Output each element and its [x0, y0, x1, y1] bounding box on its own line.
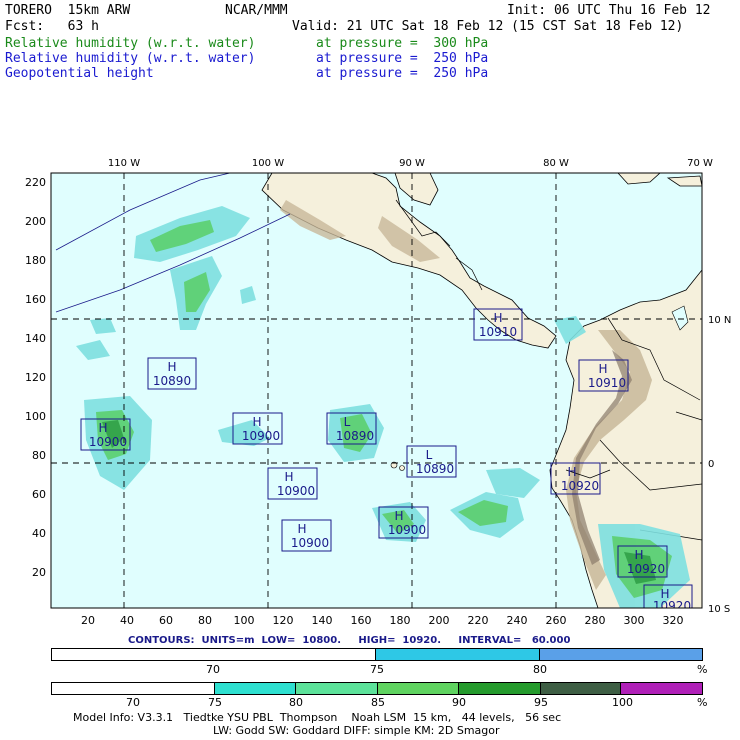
svg-text:20: 20 — [32, 566, 46, 579]
colorbar1-label-80: 80 — [533, 663, 547, 676]
forecast-hour: Fcst: 63 h — [5, 19, 99, 34]
y-tick-labels: 220 200 180 160 140 120 100 80 60 40 20 — [25, 176, 46, 579]
center-value-2: 10910 — [588, 376, 626, 390]
colorbar2-label-100: 100 — [612, 696, 633, 709]
svg-text:100: 100 — [25, 410, 46, 423]
svg-text:140: 140 — [312, 614, 333, 625]
svg-text:100 W: 100 W — [252, 158, 284, 169]
svg-text:200: 200 — [25, 215, 46, 228]
svg-text:20: 20 — [81, 614, 95, 625]
center-type-3: H — [252, 415, 261, 429]
weather-map: H 10910 H 10890 H 10910 H 10900 H 10900 … — [25, 158, 731, 625]
center-value-8: 10920 — [561, 479, 599, 493]
colorbar2-label-90: 90 — [452, 696, 466, 709]
colorbar1-label-70: 70 — [206, 663, 220, 676]
center-type-11: H — [634, 548, 643, 562]
svg-text:220: 220 — [25, 176, 46, 189]
model-physics: LW: Godd SW: Goddard DIFF: simple KM: 2D… — [213, 724, 500, 737]
center-value-0: 10910 — [479, 325, 517, 339]
colorbar2-label-75: 75 — [208, 696, 222, 709]
svg-text:110 W: 110 W — [108, 158, 140, 169]
svg-text:320: 320 — [663, 614, 684, 625]
center-type-7: H — [284, 470, 293, 484]
svg-text:90 W: 90 W — [399, 158, 425, 169]
center-type-4: H — [98, 421, 107, 435]
colorbar2-label-percent: % — [697, 696, 708, 709]
svg-text:60: 60 — [32, 488, 46, 501]
init-time: Init: 06 UTC Thu 16 Feb 12 — [507, 3, 711, 18]
field-1-level: at pressure = 300 hPa — [316, 36, 489, 51]
center-value-11: 10920 — [627, 562, 665, 576]
center-type-8: H — [567, 465, 576, 479]
center-type-5: L — [344, 415, 351, 429]
svg-text:80: 80 — [32, 449, 46, 462]
svg-text:10 N: 10 N — [708, 315, 731, 326]
field-3-level: at pressure = 250 hPa — [316, 66, 489, 81]
svg-text:0: 0 — [708, 459, 714, 470]
svg-text:80 W: 80 W — [543, 158, 569, 169]
svg-text:70 W: 70 W — [687, 158, 713, 169]
svg-text:160: 160 — [25, 293, 46, 306]
field-2-name: Relative humidity (w.r.t. water) — [5, 51, 256, 66]
center-value-9: 10900 — [388, 523, 426, 537]
center-type-2: H — [598, 362, 607, 376]
center-value-10: 10900 — [291, 536, 329, 550]
center-type-10: H — [297, 522, 306, 536]
x-tick-labels: 20 40 60 80 100 120 140 160 180 200 220 … — [81, 614, 684, 625]
colorbar1-label-75: 75 — [370, 663, 384, 676]
svg-text:10 S: 10 S — [708, 604, 730, 615]
svg-text:300: 300 — [624, 614, 645, 625]
center-type-1: H — [167, 360, 176, 374]
center-type-6: L — [426, 448, 433, 462]
svg-text:280: 280 — [585, 614, 606, 625]
svg-text:260: 260 — [546, 614, 567, 625]
center-value-3: 10900 — [242, 429, 280, 443]
svg-text:60: 60 — [159, 614, 173, 625]
svg-text:180: 180 — [25, 254, 46, 267]
center-value-4: 10900 — [89, 435, 127, 449]
lon-labels: 110 W 100 W 90 W 80 W 70 W — [108, 158, 713, 169]
center-value-7: 10900 — [277, 484, 315, 498]
field-1-name: Relative humidity (w.r.t. water) — [5, 36, 256, 51]
lat-labels: 10 N 0 10 S — [708, 315, 731, 615]
svg-text:180: 180 — [390, 614, 411, 625]
center-value-12: 10920 — [653, 599, 691, 613]
svg-text:240: 240 — [507, 614, 528, 625]
svg-text:40: 40 — [32, 527, 46, 540]
colorbar-300hpa — [51, 648, 703, 661]
center-value-5: 10890 — [336, 429, 374, 443]
model-title: TORERO 15km ARW — [5, 3, 131, 18]
colorbar2-label-85: 85 — [371, 696, 385, 709]
svg-text:200: 200 — [429, 614, 450, 625]
model-info: Model Info: V3.3.1 Tiedtke YSU PBL Thomp… — [73, 711, 562, 724]
svg-text:160: 160 — [351, 614, 372, 625]
svg-text:140: 140 — [25, 332, 46, 345]
colorbar2-label-70: 70 — [126, 696, 140, 709]
org-label: NCAR/MMM — [225, 3, 288, 18]
center-value-1: 10890 — [153, 374, 191, 388]
center-type-0: H — [493, 311, 502, 325]
contour-info: CONTOURS: UNITS=m LOW= 10800. HIGH= 1092… — [128, 635, 571, 646]
valid-time: Valid: 21 UTC Sat 18 Feb 12 (15 CST Sat … — [292, 19, 684, 34]
field-2-level: at pressure = 250 hPa — [316, 51, 489, 66]
svg-text:120: 120 — [25, 371, 46, 384]
field-3-name: Geopotential height — [5, 66, 154, 81]
svg-text:80: 80 — [198, 614, 212, 625]
svg-text:120: 120 — [273, 614, 294, 625]
svg-text:220: 220 — [468, 614, 489, 625]
colorbar2-label-95: 95 — [534, 696, 548, 709]
colorbar2-label-80: 80 — [289, 696, 303, 709]
center-type-9: H — [394, 509, 403, 523]
svg-text:40: 40 — [120, 614, 134, 625]
colorbar1-label-percent: % — [697, 663, 708, 676]
colorbar-250hpa — [51, 682, 703, 695]
center-value-6: 10890 — [416, 462, 454, 476]
svg-text:100: 100 — [234, 614, 255, 625]
